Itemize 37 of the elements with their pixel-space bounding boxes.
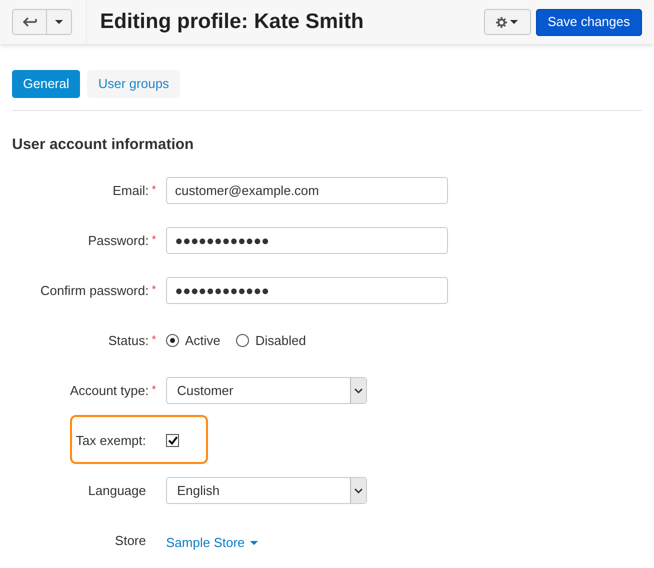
required-asterisk: * <box>152 183 156 198</box>
text-field[interactable]: customer@example.com <box>166 177 448 204</box>
section-title: User account information <box>12 135 195 155</box>
field-label: Email: <box>112 182 149 200</box>
caret-icon <box>250 540 258 544</box>
chevron-down-icon <box>350 378 366 403</box>
required-asterisk: * <box>152 383 156 398</box>
chevron-down-icon <box>350 478 366 503</box>
radio-button[interactable] <box>166 334 179 347</box>
tab[interactable]: General <box>12 70 80 98</box>
field-label: Password: <box>88 232 149 250</box>
store-link[interactable]: Sample Store <box>166 532 258 552</box>
settings-button[interactable] <box>484 9 531 35</box>
required-asterisk: * <box>152 233 156 248</box>
radio-option[interactable]: Active <box>166 330 220 350</box>
page-title: Editing profile: Kate Smith <box>100 9 364 36</box>
field-label: Status: <box>108 332 149 350</box>
checkbox[interactable] <box>166 434 179 447</box>
radio-button[interactable] <box>236 334 250 347</box>
text-field[interactable]: ●●●●●●●●●●●● <box>166 277 448 304</box>
caret-icon <box>510 20 518 24</box>
radio-option[interactable]: Disabled <box>236 330 306 350</box>
caret-icon <box>55 20 63 24</box>
save-button[interactable]: Save changes <box>536 8 642 36</box>
required-asterisk: * <box>152 283 156 298</box>
field-label: Store <box>114 532 146 550</box>
settings-icon <box>496 16 508 28</box>
tab[interactable]: User groups <box>87 70 180 98</box>
field-label: Tax exempt: <box>76 432 146 450</box>
field-label: Language <box>88 482 146 500</box>
dropdown-select[interactable]: English <box>166 477 367 504</box>
field-label: Confirm password: <box>40 282 149 300</box>
back-arrow-icon <box>22 17 36 27</box>
required-asterisk: * <box>152 333 156 348</box>
text-field[interactable]: ●●●●●●●●●●●● <box>166 227 448 254</box>
field-label: Account type: <box>70 382 149 400</box>
dropdown-select[interactable]: Customer <box>166 377 367 404</box>
